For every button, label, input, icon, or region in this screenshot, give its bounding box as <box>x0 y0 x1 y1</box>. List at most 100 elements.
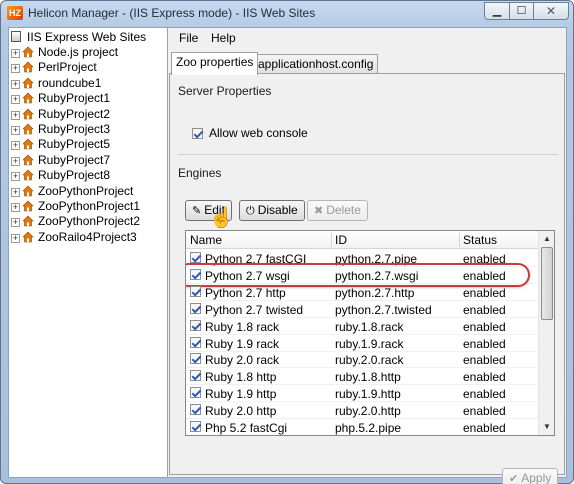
expand-icon[interactable]: + <box>11 203 20 212</box>
column-header-id[interactable]: ID <box>335 233 347 247</box>
window-title: Helicon Manager - (IIS Express mode) - I… <box>28 6 316 20</box>
engines-label: Engines <box>178 166 222 180</box>
row-checkbox[interactable] <box>190 387 201 399</box>
maximize-button[interactable]: ☐ <box>509 2 534 20</box>
delete-button[interactable]: ✖ Delete <box>307 200 368 221</box>
table-row[interactable]: Python 2.7 twisted python.2.7.twisted enab… <box>186 301 538 318</box>
title-bar[interactable]: HZ Helicon Manager - (IIS Express mode) … <box>1 1 573 25</box>
row-checkbox[interactable] <box>190 285 201 297</box>
cell-status: enabled <box>463 370 506 385</box>
tree-item[interactable]: + RubyProject5 <box>11 137 110 153</box>
expand-icon[interactable]: + <box>11 187 20 197</box>
x-icon: ✖ <box>314 205 324 217</box>
website-icon <box>22 46 34 58</box>
cell-status: enabled <box>463 421 506 435</box>
server-properties-label: Server Properties <box>178 84 272 98</box>
table-row[interactable]: Ruby 1.9 http ruby.1.9.http enabled <box>186 385 538 403</box>
cell-id: php.5.2.pipe <box>335 421 402 435</box>
expand-icon[interactable]: + <box>11 64 20 74</box>
row-checkbox[interactable] <box>190 404 201 416</box>
website-icon <box>22 231 34 243</box>
expand-icon[interactable]: + <box>11 79 20 89</box>
column-header-name[interactable]: Name <box>190 233 222 247</box>
table-row[interactable]: Python 2.7 http python.2.7.http enabled <box>186 284 538 301</box>
expand-icon[interactable]: + <box>11 141 20 151</box>
pencil-icon: ✎ <box>192 205 202 217</box>
cell-name: Ruby 1.9 http <box>205 387 277 402</box>
expand-icon[interactable]: + <box>11 126 20 135</box>
scroll-down-icon[interactable]: ▼ <box>539 419 554 435</box>
apply-button-label: Apply <box>521 471 552 484</box>
table-row[interactable]: Ruby 2.0 http ruby.2.0.http enabled <box>186 402 538 420</box>
tree-item[interactable]: + RubyProject8 <box>11 168 110 184</box>
expand-icon[interactable]: + <box>11 218 20 228</box>
table-row[interactable]: Ruby 1.8 rack ruby.1.8.rack enabled <box>186 318 538 335</box>
website-icon <box>22 154 34 166</box>
tree-item[interactable]: + RubyProject1 <box>11 91 110 107</box>
tree-item-label: RubyProject7 <box>38 152 111 167</box>
allow-web-console-checkbox[interactable]: Allow web console <box>192 126 308 140</box>
divider <box>178 154 558 155</box>
tab-applicationhost-config[interactable]: applicationhost.config <box>253 54 379 74</box>
apply-button[interactable]: ✔ Apply <box>502 468 559 484</box>
disable-button[interactable]: ⏻ Disable <box>239 200 305 221</box>
tree-item[interactable]: + RubyProject2 <box>11 107 110 123</box>
table-row[interactable]: Ruby 2.0 rack ruby.2.0.rack enabled <box>186 351 538 369</box>
column-divider[interactable] <box>459 233 460 247</box>
tree-root[interactable]: IIS Express Web Sites <box>11 30 146 46</box>
row-checkbox[interactable] <box>190 336 201 348</box>
tree-item[interactable]: + RubyProject7 <box>11 153 110 169</box>
row-checkbox[interactable] <box>190 370 201 382</box>
site-tree[interactable]: IIS Express Web Sites + Node.js project + P… <box>9 28 168 477</box>
menu-file[interactable]: File <box>179 31 198 45</box>
tree-item-label: PerlProject <box>38 60 97 75</box>
power-icon: ⏻ <box>246 205 255 217</box>
menu-bar: File Help <box>169 28 566 50</box>
tree-item[interactable]: + ZooPythonProject1 <box>11 199 140 215</box>
expand-icon[interactable]: + <box>11 49 20 58</box>
tree-item-label: ZooRailo4Project3 <box>38 229 137 244</box>
table-row[interactable]: Ruby 1.8 http ruby.1.8.http enabled <box>186 368 538 386</box>
row-checkbox[interactable] <box>190 252 201 263</box>
expand-icon[interactable]: + <box>11 110 20 120</box>
tree-item-label: ZooPythonProject <box>38 183 134 198</box>
tree-item[interactable]: + roundcube1 <box>11 76 101 92</box>
close-button[interactable]: ✕ <box>533 2 569 20</box>
tree-item-label: RubyProject1 <box>38 91 111 106</box>
table-row[interactable]: Ruby 1.9 rack ruby.1.9.rack enabled <box>186 335 538 352</box>
row-checkbox[interactable] <box>190 421 201 432</box>
tree-item[interactable]: + RubyProject3 <box>11 122 110 138</box>
tree-root-label: IIS Express Web Sites <box>27 30 147 44</box>
cell-name: Ruby 2.0 rack <box>205 353 280 368</box>
grid-scrollbar[interactable]: ▲ ▼ <box>538 231 554 435</box>
column-divider[interactable] <box>331 233 332 247</box>
tab-strip: Zoo properties applicationhost.config <box>171 52 566 75</box>
tree-item[interactable]: + Node.js project <box>11 45 118 61</box>
expand-icon[interactable]: + <box>11 156 20 166</box>
expand-icon[interactable]: + <box>11 172 20 182</box>
website-icon <box>22 185 34 196</box>
menu-help[interactable]: Help <box>211 31 236 45</box>
cell-status: enabled <box>463 404 506 419</box>
cell-name: Ruby 1.8 rack <box>205 319 280 334</box>
engines-grid[interactable]: Name ID Status Python 2.7 fastCGI python.… <box>185 230 555 436</box>
row-checkbox[interactable] <box>190 319 201 331</box>
tree-item[interactable]: + ZooPythonProject2 <box>11 214 140 230</box>
website-icon <box>22 92 34 104</box>
expand-icon[interactable]: + <box>11 233 20 243</box>
tree-item[interactable]: + PerlProject <box>11 60 97 76</box>
table-row[interactable]: Php 5.2 fastCgi php.5.2.pipe enabled <box>186 419 538 435</box>
scroll-thumb[interactable] <box>541 247 553 320</box>
tree-item-label: Node.js project <box>38 45 119 59</box>
tab-zoo-properties[interactable]: Zoo properties <box>171 52 259 75</box>
row-checkbox[interactable] <box>190 302 201 314</box>
cell-name: Ruby 1.9 rack <box>205 336 280 351</box>
tree-item[interactable]: + ZooRailo4Project3 <box>11 230 137 246</box>
scroll-up-icon[interactable]: ▲ <box>539 231 554 247</box>
row-checkbox[interactable] <box>190 353 201 365</box>
expand-icon[interactable]: + <box>11 95 20 105</box>
minimize-button[interactable]: ▁ <box>484 2 510 20</box>
cell-id: ruby.2.0.rack <box>335 353 404 368</box>
column-header-status[interactable]: Status <box>463 233 497 247</box>
tree-item[interactable]: + ZooPythonProject <box>11 184 133 200</box>
